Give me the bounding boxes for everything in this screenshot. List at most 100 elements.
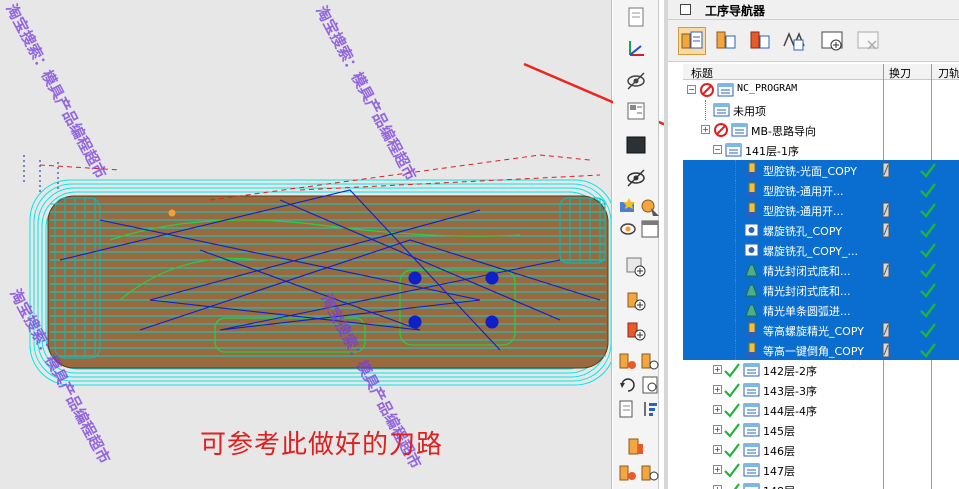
expand-toggle-icon[interactable]: + [713, 405, 722, 414]
expand-toggle-icon[interactable]: + [713, 465, 722, 474]
operation-row[interactable]: +147层 [683, 460, 959, 480]
column-name-header[interactable]: 标题 [691, 65, 713, 81]
not-postprocessed-icon [713, 122, 729, 138]
dark-screen-icon[interactable] [625, 134, 647, 156]
operation-row[interactable]: +144层-4序 [683, 400, 959, 420]
output-icon[interactable] [639, 462, 661, 484]
operation-row[interactable]: + MB-思路导向 [683, 120, 959, 140]
complete-check-icon [723, 482, 741, 489]
tree-connector [705, 100, 706, 120]
create-geometry-icon[interactable] [625, 320, 647, 342]
column-path-header[interactable]: 刀轨 [938, 65, 959, 81]
simulate-icon[interactable] [617, 462, 639, 484]
operation-row[interactable]: 螺旋铣孔_COPY_... [683, 240, 959, 260]
view-eye-icon[interactable] [617, 218, 639, 240]
operation-row[interactable]: 精光单条圆弧进... [683, 300, 959, 320]
cut-tool-icon[interactable] [639, 196, 661, 218]
column-toolchange-header[interactable]: 换刀 [889, 65, 911, 81]
layout-icon[interactable] [625, 100, 647, 122]
window-icon[interactable] [639, 218, 661, 240]
program-group-icon [725, 142, 742, 158]
collapse-toggle-icon[interactable]: − [713, 145, 722, 154]
cavity-mill-icon [743, 182, 760, 198]
finish-floor-icon [743, 282, 760, 298]
wand-icon[interactable] [617, 196, 639, 218]
operation-row[interactable]: 型腔铣-光面_COPY [683, 160, 959, 180]
program-group-icon [743, 402, 760, 418]
operation-name: 等高一键倒角_COPY [763, 345, 864, 358]
create-tool-icon[interactable] [625, 290, 647, 312]
operation-row[interactable]: +143层-3序 [683, 380, 959, 400]
operation-name: 未用项 [733, 105, 766, 118]
path-ok-check-icon [919, 301, 937, 319]
program-group-icon [731, 122, 748, 138]
coordinate-axes-icon[interactable] [625, 38, 647, 60]
hide-eye-icon[interactable] [625, 70, 647, 92]
path-ok-check-icon [919, 181, 937, 199]
operation-row[interactable]: 等高一键倒角_COPY [683, 340, 959, 360]
program-group-icon [713, 102, 730, 118]
navigator-header: 工序导航器 [668, 0, 959, 20]
tool-change-icon [879, 342, 893, 358]
hole-milling-icon [743, 242, 760, 258]
complete-check-icon [723, 442, 741, 458]
operation-row[interactable]: +146层 [683, 440, 959, 460]
operation-row[interactable]: 型腔铣-通用开... [683, 200, 959, 220]
tree-connector [735, 240, 736, 260]
operation-row[interactable]: 型腔铣-通用开... [683, 180, 959, 200]
show-hide-icon[interactable] [625, 166, 647, 188]
operation-row[interactable]: 等高螺旋精光_COPY [683, 320, 959, 340]
program-group-icon [743, 482, 760, 489]
program-group-icon [743, 442, 760, 458]
operation-name: 型腔铣-光面_COPY [763, 165, 857, 178]
expand-toggle-icon[interactable]: + [713, 365, 722, 374]
operation-name: 145层 [763, 425, 795, 438]
operation-row[interactable]: − 141层-1序 [683, 140, 959, 160]
path-ok-check-icon [919, 161, 937, 179]
sort-icon[interactable] [639, 398, 661, 420]
operation-name: 141层-1序 [745, 145, 799, 158]
tree-connector [735, 280, 736, 300]
program-group-icon [743, 462, 760, 478]
document-icon[interactable] [625, 6, 647, 28]
operation-name: NC_PROGRAM [737, 83, 798, 94]
operation-name: 精光单条圆弧进... [763, 305, 851, 318]
hole-milling-icon [743, 222, 760, 238]
program-order-view-button[interactable] [678, 27, 706, 55]
expand-toggle-icon[interactable]: + [701, 125, 710, 134]
cavity-mill-icon [743, 202, 760, 218]
operation-row[interactable]: − NC_PROGRAM [683, 80, 959, 100]
pin-checkbox[interactable] [680, 4, 691, 15]
replay-icon[interactable] [617, 374, 639, 396]
shop-doc-icon[interactable] [617, 398, 639, 420]
path-ok-check-icon [919, 341, 937, 359]
operation-row[interactable]: 未用项 [683, 100, 959, 120]
operation-row[interactable]: 精光封闭式底和... [683, 260, 959, 280]
list-icon[interactable] [639, 374, 661, 396]
operation-row[interactable]: +148层 [683, 480, 959, 489]
operation-row[interactable]: 精光封闭式底和... [683, 280, 959, 300]
find-object-button[interactable] [818, 27, 846, 55]
tool-change-icon [879, 202, 893, 218]
method-view-button[interactable] [780, 27, 808, 55]
expand-toggle-icon[interactable]: + [713, 385, 722, 394]
geometry-view-button[interactable] [746, 27, 774, 55]
create-program-icon[interactable] [625, 256, 647, 278]
operation-row[interactable]: +142层-2序 [683, 360, 959, 380]
collapse-toggle-icon[interactable]: − [687, 85, 696, 94]
operation-row[interactable]: 螺旋铣孔_COPY [683, 220, 959, 240]
operation-name: MB-思路导向 [751, 125, 817, 138]
generate-path-icon[interactable] [617, 350, 639, 372]
delete-disabled-button[interactable] [854, 27, 882, 55]
path-ok-check-icon [919, 201, 937, 219]
expand-toggle-icon[interactable]: + [713, 445, 722, 454]
expand-toggle-icon[interactable]: + [713, 425, 722, 434]
postprocess-icon[interactable] [625, 436, 647, 458]
resource-tool-strip [613, 0, 659, 489]
complete-check-icon [723, 382, 741, 398]
machine-tool-view-button[interactable] [712, 27, 740, 55]
expand-toggle-icon[interactable]: + [713, 485, 722, 489]
program-group-icon [743, 382, 760, 398]
verify-path-icon[interactable] [639, 350, 661, 372]
operation-row[interactable]: +145层 [683, 420, 959, 440]
